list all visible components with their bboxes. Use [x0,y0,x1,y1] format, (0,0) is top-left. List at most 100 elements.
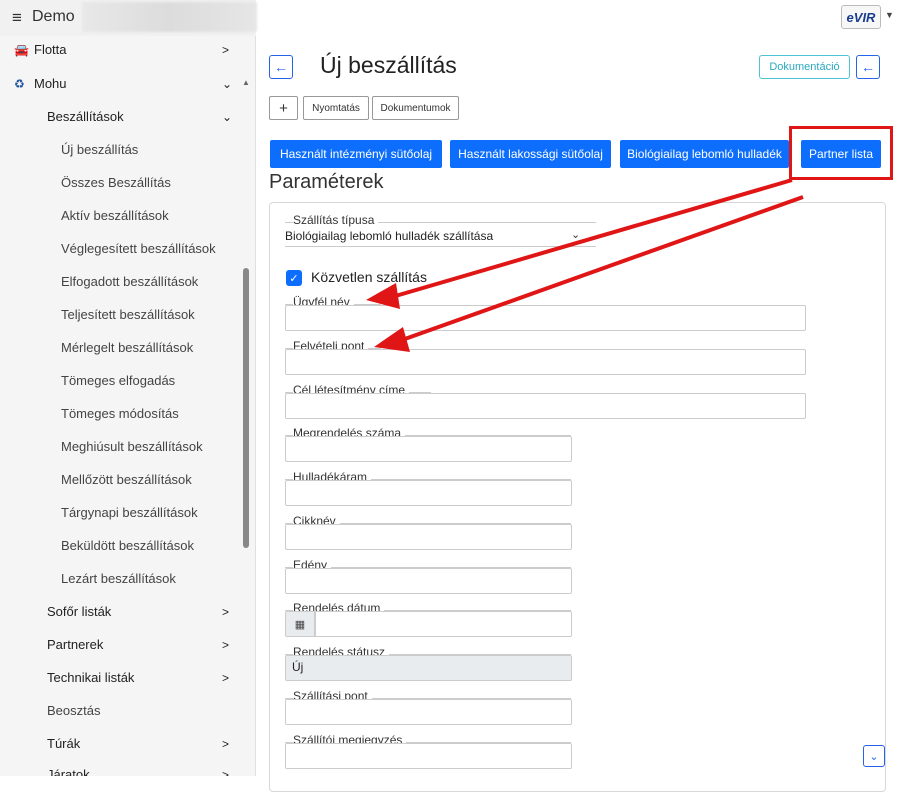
back-button[interactable]: ← [269,55,293,79]
sidebar-item-label: Aktív beszállítások [61,208,169,223]
sidebar-item-osszes[interactable]: Összes Beszállítás [0,166,250,199]
used-household-oil-button[interactable]: Használt lakossági sütőolaj [450,140,611,168]
order-status-input: Új [285,655,572,681]
container-input[interactable] [285,568,572,594]
sidebar-item-label: Túrák [47,736,81,751]
delivery-point-input[interactable] [285,699,572,725]
sidebar-item-beszallitasok[interactable]: Beszállítások ⌄ [0,100,250,133]
evir-logo[interactable]: eVIR [841,5,881,29]
scroll-up-icon[interactable]: ▲ [242,78,250,87]
chevron-down-icon: ⌄ [869,750,879,763]
documentation-button[interactable]: Dokumentáció [759,55,850,79]
sidebar-item-label: Flotta [34,42,67,57]
chevron-down-icon: ⌄ [222,109,233,124]
chevron-right-icon: > [222,670,230,685]
arrow-left-icon: ← [274,59,288,75]
carrier-note-input[interactable] [285,743,572,769]
hamburger-icon[interactable]: ≡ [12,8,22,28]
annotation-highlight-box [789,126,893,180]
chevron-down-icon: ⌄ [222,76,233,91]
sidebar-item-mohu[interactable]: ♻ Mohu ⌄ [0,67,250,100]
sidebar-item-label: Tárgynapi beszállítások [61,505,198,520]
sidebar-item-teljesitett[interactable]: Teljesített beszállítások [0,298,250,331]
sidebar-item-label: Teljesített beszállítások [61,307,195,322]
sidebar-item-partnerek[interactable]: Partnerek > [0,628,250,661]
direct-shipping-checkbox[interactable]: ✓ [286,270,302,286]
sidebar-item-label: Mérlegelt beszállítások [61,340,194,355]
chevron-right-icon: > [222,637,230,652]
section-title: Paraméterek [269,171,384,193]
checkmark-icon: ✓ [289,272,299,285]
sidebar-item-sofor-listak[interactable]: Sofőr listák > [0,595,250,628]
order-number-input[interactable] [285,436,572,462]
sidebar-item-turak[interactable]: Túrák > [0,727,250,760]
sidebar-item-bekuldott[interactable]: Beküldött beszállítások [0,529,250,562]
calendar-icon[interactable]: ▦ [285,611,315,637]
sidebar-item-label: Sofőr listák [47,604,112,619]
add-button[interactable]: + [269,96,298,120]
pickup-point-input[interactable] [285,349,806,375]
sidebar-item-label: Véglegesített beszállítások [61,241,216,256]
sidebar-item-label: Mohu [34,76,67,91]
sidebar-item-label: Partnerek [47,637,104,652]
sidebar-item-label: Elfogadott beszállítások [61,274,199,289]
top-bar-left: ≡ Demo [0,0,257,36]
sidebar-item-mellozott[interactable]: Mellőzött beszállítások [0,463,250,496]
shipping-type-select[interactable]: Biológiailag lebomló hulladék szállítása… [285,223,596,247]
top-bar: ≡ Demo eVIR ▼ [0,0,900,36]
sidebar-item-label: Tömeges módosítás [61,406,179,421]
chevron-down-icon: ⌄ [571,229,581,241]
scroll-down-button[interactable]: ⌄ [863,745,885,767]
sidebar-item-veglegesitett[interactable]: Véglegesített beszállítások [0,232,250,265]
car-icon: 🚘 [14,42,29,57]
sidebar-item-beosztas[interactable]: Beosztás [0,694,250,727]
chevron-right-icon: > [222,42,230,57]
sidebar-item-label: Járatok [47,767,90,776]
order-date-input[interactable] [315,611,572,637]
sidebar-item-label: Új beszállítás [61,142,139,157]
target-facility-input[interactable] [285,393,806,419]
sidebar-item-label: Tömeges elfogadás [61,373,176,388]
shipping-type-value: Biológiailag lebomló hulladék szállítása [285,229,494,243]
sidebar-item-tomeges-modositas[interactable]: Tömeges módosítás [0,397,250,430]
sidebar-item-targynapi[interactable]: Tárgynapi beszállítások [0,496,250,529]
chevron-right-icon: > [222,767,230,777]
sidebar-item-merlegelt[interactable]: Mérlegelt beszállítások [0,331,250,364]
sidebar-item-flotta[interactable]: 🚘 Flotta > [0,36,250,66]
sidebar-item-meghiusult[interactable]: Meghiúsult beszállítások [0,430,250,463]
sidebar-scrollbar[interactable] [243,268,249,548]
item-name-input[interactable] [285,524,572,550]
sidebar-item-tomeges-elfogadas[interactable]: Tömeges elfogadás [0,364,250,397]
sidebar-item-elfogadott[interactable]: Elfogadott beszállítások [0,265,250,298]
sidebar: 🚘 Flotta > ♻ Mohu ⌄ Beszállítások ⌄ Új b… [0,36,256,776]
sidebar-item-jaratok[interactable]: Járatok > [0,758,250,776]
arrow-left-icon: ← [861,59,875,75]
documents-button[interactable]: Dokumentumok [372,96,459,120]
recycle-icon: ♻ [14,76,25,91]
sidebar-item-label: Meghiúsult beszállítások [61,439,203,454]
chevron-right-icon: > [222,604,230,619]
used-institutional-oil-button[interactable]: Használt intézményi sütőolaj [270,140,442,168]
sidebar-item-label: Összes Beszállítás [61,175,171,190]
sidebar-item-label: Beküldött beszállítások [61,538,194,553]
sidebar-item-uj-beszallitas[interactable]: Új beszállítás [0,133,250,166]
redacted-company-name [82,2,257,32]
sidebar-item-label: Lezárt beszállítások [61,571,176,586]
sidebar-item-lezart[interactable]: Lezárt beszállítások [0,562,250,595]
sidebar-item-label: Mellőzött beszállítások [61,472,192,487]
app-title: Demo [32,8,75,25]
client-name-input[interactable] [285,305,806,331]
sidebar-item-aktiv[interactable]: Aktív beszállítások [0,199,250,232]
chevron-right-icon: > [222,736,230,751]
back-button-right[interactable]: ← [856,55,880,79]
parameters-form: Szállítás típusa Biológiailag lebomló hu… [269,202,886,792]
print-button[interactable]: Nyomtatás [303,96,369,120]
sidebar-item-label: Technikai listák [47,670,135,685]
sidebar-item-label: Beosztás [47,703,101,718]
sidebar-item-label: Beszállítások [47,109,124,124]
waste-stream-input[interactable] [285,480,572,506]
direct-shipping-label: Közvetlen szállítás [311,269,427,285]
logo-caret-icon[interactable]: ▼ [885,10,894,20]
sidebar-item-technikai-listak[interactable]: Technikai listák > [0,661,250,694]
biodegradable-waste-button[interactable]: Biológiailag lebomló hulladék [620,140,789,168]
